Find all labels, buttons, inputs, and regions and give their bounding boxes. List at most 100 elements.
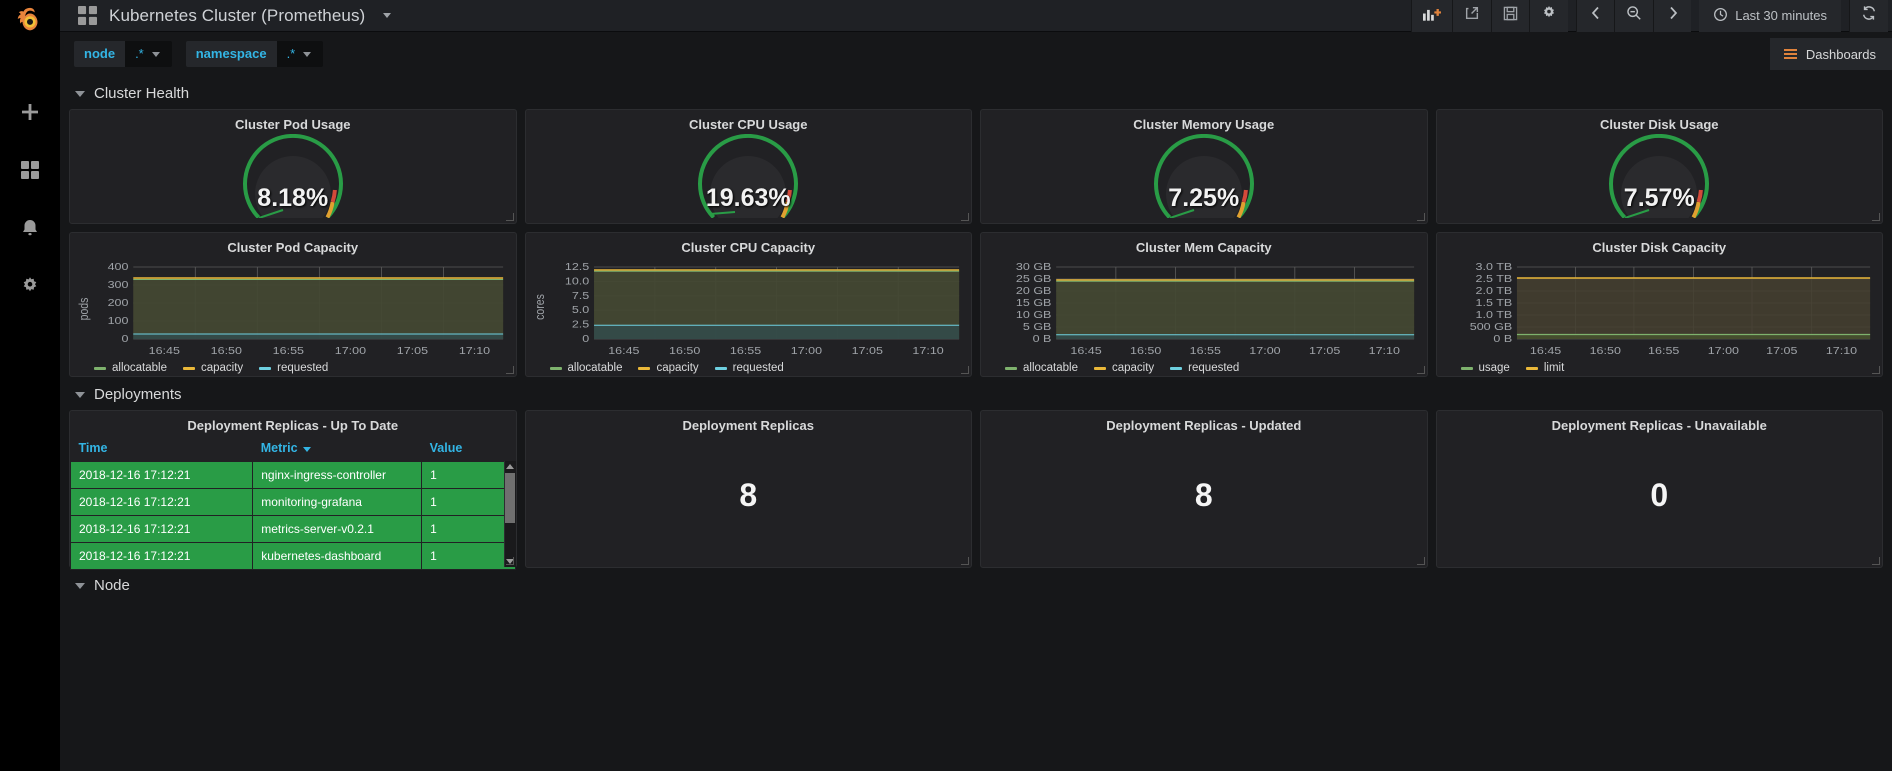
chevron-down-icon: [75, 90, 85, 97]
svg-text:16:50: 16:50: [1130, 346, 1161, 357]
legend-item-limit[interactable]: limit: [1525, 362, 1564, 374]
legend-item-capacity[interactable]: capacity: [182, 362, 243, 374]
sidebar-item-configuration[interactable]: [12, 268, 48, 304]
panel-cluster-disk-capacity[interactable]: Cluster Disk Capacity 3.0 TB 2.5 TB 2.0 …: [1435, 232, 1883, 377]
add-panel-button[interactable]: [1411, 0, 1453, 32]
sidebar-item-create[interactable]: [12, 94, 48, 130]
panel-cluster-pod-capacity[interactable]: Cluster Pod Capacity 400 300 200 100 0 p…: [69, 232, 517, 377]
panel-title[interactable]: Cluster Memory Usage: [981, 110, 1427, 134]
dashboards-button[interactable]: Dashboards: [1769, 38, 1892, 70]
svg-text:16:55: 16:55: [1648, 346, 1679, 357]
svg-text:16:50: 16:50: [1589, 346, 1620, 357]
column-header-value[interactable]: Value: [421, 435, 515, 462]
legend-item-capacity[interactable]: capacity: [638, 362, 699, 374]
panel-resize-handle[interactable]: [961, 557, 969, 565]
table-row[interactable]: 2018-12-16 17:12:21 monitoring-grafana 1: [69, 488, 516, 516]
panel-cluster-disk-usage[interactable]: Cluster Disk Usage 7.57%: [1435, 109, 1883, 224]
legend-label: allocatable: [1023, 362, 1078, 374]
svg-text:0: 0: [582, 334, 589, 345]
panel-resize-handle[interactable]: [1416, 557, 1425, 565]
panel-resize-handle[interactable]: [961, 366, 969, 374]
panel-resize-handle[interactable]: [1872, 213, 1880, 221]
legend-item-requested[interactable]: requested: [714, 362, 784, 374]
svg-text:1.5 TB: 1.5 TB: [1475, 298, 1512, 309]
svg-text:16:50: 16:50: [211, 346, 242, 357]
chevron-down-icon[interactable]: [383, 13, 392, 18]
chart-legend: allocatable capacity requested: [987, 359, 1417, 374]
variable-namespace-select[interactable]: .*: [276, 41, 324, 67]
share-dashboard-button[interactable]: [1452, 0, 1492, 32]
table-vertical-scrollbar[interactable]: [503, 461, 516, 567]
panel-title[interactable]: Cluster CPU Usage: [526, 110, 972, 134]
table-row[interactable]: 2018-12-16 17:12:21 metrics-server-v0.2.…: [69, 515, 516, 543]
panel-title[interactable]: Cluster Disk Usage: [1437, 110, 1883, 134]
sidebar-item-alerting[interactable]: [12, 210, 48, 246]
panel-title[interactable]: Cluster Disk Capacity: [1437, 233, 1883, 257]
scroll-up-icon[interactable]: [506, 464, 514, 469]
panel-resize-handle[interactable]: [1416, 213, 1425, 221]
legend-label: requested: [1188, 362, 1240, 374]
row-header-cluster-health[interactable]: Cluster Health: [69, 76, 1883, 109]
time-shift-back-button[interactable]: [1576, 0, 1615, 32]
legend-item-capacity[interactable]: capacity: [1093, 362, 1154, 374]
panel-title[interactable]: Deployment Replicas - Up To Date: [70, 411, 516, 435]
panel-title[interactable]: Cluster CPU Capacity: [526, 233, 972, 257]
panel-resize-handle[interactable]: [961, 213, 969, 221]
legend-label: requested: [732, 362, 784, 374]
panel-title[interactable]: Deployment Replicas - Unavailable: [1437, 411, 1883, 435]
panel-resize-handle[interactable]: [1416, 366, 1425, 374]
panel-cluster-cpu-capacity[interactable]: Cluster CPU Capacity 12.5 10.0 7.5 5.0 2…: [524, 232, 972, 377]
panel-resize-handle[interactable]: [505, 557, 514, 565]
stat-value: 8: [739, 476, 758, 513]
refresh-button[interactable]: [1849, 0, 1888, 32]
gauge-value: 7.25%: [1168, 184, 1240, 212]
legend-item-allocatable[interactable]: allocatable: [549, 362, 622, 374]
usage-area: [1516, 334, 1870, 339]
row-header-node[interactable]: Node: [69, 568, 1883, 601]
panel-deployment-replicas-updated[interactable]: Deployment Replicas - Updated 8: [980, 410, 1428, 568]
panel-title[interactable]: Cluster Mem Capacity: [981, 233, 1427, 257]
svg-text:2.0 TB: 2.0 TB: [1475, 286, 1512, 297]
panel-deployment-replicas[interactable]: Deployment Replicas 8: [524, 410, 972, 568]
panel-title[interactable]: Deployment Replicas - Updated: [981, 411, 1427, 435]
column-header-time[interactable]: Time: [70, 435, 253, 462]
panel-cluster-mem-capacity[interactable]: Cluster Mem Capacity 30 GB 25 GB 20 GB 1…: [980, 232, 1428, 377]
panel-title[interactable]: Cluster Pod Capacity: [70, 233, 516, 257]
table-row[interactable]: 2018-12-16 17:12:21 kubernetes-dashboard…: [69, 542, 516, 570]
panel-resize-handle[interactable]: [1872, 557, 1880, 565]
chevron-right-icon: [1667, 6, 1679, 25]
time-range-picker[interactable]: Last 30 minutes: [1699, 0, 1841, 32]
chart-legend: allocatable capacity requested: [76, 359, 506, 374]
legend-item-requested[interactable]: requested: [1170, 362, 1239, 374]
grafana-logo-icon[interactable]: [0, 0, 60, 40]
legend-item-usage[interactable]: usage: [1460, 362, 1510, 374]
dashboard-settings-button[interactable]: [1529, 0, 1569, 32]
panel-title[interactable]: Deployment Replicas: [526, 411, 972, 435]
sidebar-item-dashboards[interactable]: [12, 152, 48, 188]
panel-resize-handle[interactable]: [505, 366, 514, 374]
panel-deployment-replicas-up-to-date[interactable]: Deployment Replicas - Up To Date Time Me…: [69, 410, 517, 570]
legend-item-requested[interactable]: requested: [259, 362, 328, 374]
panel-title[interactable]: Cluster Pod Usage: [70, 110, 516, 134]
svg-text:0: 0: [122, 334, 129, 345]
variable-node-select[interactable]: .*: [125, 41, 172, 67]
panel-cluster-memory-usage[interactable]: Cluster Memory Usage 7.25%: [980, 109, 1428, 224]
panel-deployment-replicas-unavailable[interactable]: Deployment Replicas - Unavailable 0: [1435, 410, 1883, 568]
panel-cluster-cpu-usage[interactable]: Cluster CPU Usage 19.63%: [524, 109, 972, 224]
page-title[interactable]: Kubernetes Cluster (Prometheus): [109, 6, 365, 26]
gauge-value: 7.57%: [1623, 184, 1695, 212]
zoom-out-button[interactable]: [1614, 0, 1654, 32]
time-shift-forward-button[interactable]: [1653, 0, 1692, 32]
panel-resize-handle[interactable]: [1872, 366, 1880, 374]
legend-item-allocatable[interactable]: allocatable: [94, 362, 167, 374]
panel-resize-handle[interactable]: [505, 213, 514, 221]
save-dashboard-button[interactable]: [1491, 0, 1530, 32]
column-header-metric[interactable]: Metric: [252, 435, 422, 462]
scrollbar-thumb[interactable]: [505, 473, 515, 523]
sort-desc-icon: [302, 447, 311, 452]
legend-item-allocatable[interactable]: allocatable: [1005, 362, 1078, 374]
legend-swatch: [1005, 366, 1017, 370]
panel-cluster-pod-usage[interactable]: Cluster Pod Usage 8.18%: [69, 109, 517, 224]
row-header-deployments[interactable]: Deployments: [69, 377, 1883, 410]
table-row[interactable]: 2018-12-16 17:12:21 nginx-ingress-contro…: [69, 461, 516, 489]
